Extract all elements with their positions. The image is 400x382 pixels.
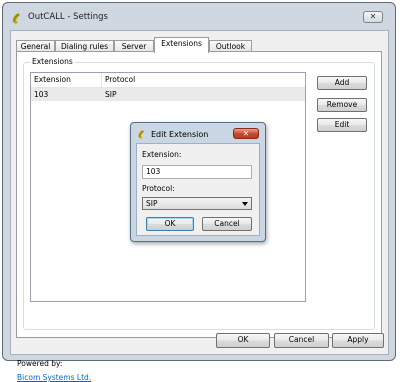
phone-handset-icon <box>138 130 145 139</box>
table-row[interactable]: 103 SIP <box>31 88 305 101</box>
remove-button[interactable]: Remove <box>317 98 367 112</box>
extension-label: Extension: <box>142 150 182 159</box>
cell-extension: 103 <box>34 90 49 99</box>
chevron-down-icon <box>242 202 248 206</box>
dialog-title: Edit Extension <box>151 130 209 139</box>
protocol-label: Protocol: <box>142 184 175 193</box>
window-close-button[interactable]: ✕ <box>363 11 383 23</box>
dialog-cancel-button[interactable]: Cancel <box>202 217 252 231</box>
ok-button[interactable]: OK <box>216 333 270 348</box>
edit-button[interactable]: Edit <box>317 118 367 132</box>
extension-input[interactable]: 103 <box>142 165 252 179</box>
cancel-button[interactable]: Cancel <box>274 333 329 348</box>
list-header: Extension Protocol <box>31 73 305 88</box>
edit-extension-dialog: Edit Extension ✕ Extension: 103 Protocol… <box>130 122 266 242</box>
extensions-group-title: Extensions <box>30 57 75 66</box>
window-title: OutCALL - Settings <box>28 12 108 22</box>
dialog-client-area: Extension: 103 Protocol: SIP OK Cancel <box>136 143 260 236</box>
bicom-link[interactable]: Bicom Systems Ltd. <box>17 373 91 382</box>
cell-protocol: SIP <box>105 90 117 99</box>
apply-button[interactable]: Apply <box>332 333 384 348</box>
dialog-ok-button[interactable]: OK <box>146 217 194 231</box>
add-button[interactable]: Add <box>317 76 367 90</box>
tab-extensions[interactable]: Extensions <box>154 37 209 53</box>
column-header-protocol[interactable]: Protocol <box>105 75 135 84</box>
protocol-select-value: SIP <box>146 199 158 208</box>
protocol-select[interactable]: SIP <box>142 197 252 210</box>
dialog-close-button[interactable]: ✕ <box>233 128 259 139</box>
phone-handset-icon <box>12 13 20 24</box>
title-bar[interactable]: OutCALL - Settings ✕ <box>3 3 395 31</box>
powered-by-label: Powered by: <box>17 359 63 368</box>
column-separator <box>31 73 102 87</box>
